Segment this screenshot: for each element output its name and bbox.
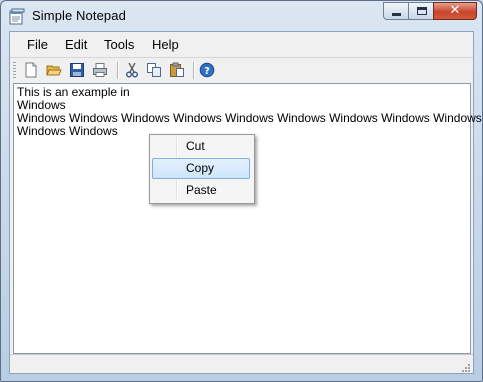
- title-bar[interactable]: Simple Notepad ✕: [1, 1, 482, 31]
- toolbar: ?: [10, 57, 473, 83]
- status-bar: [10, 354, 473, 373]
- svg-text:?: ?: [204, 66, 210, 77]
- close-icon: ✕: [449, 3, 461, 18]
- context-menu-label: Paste: [186, 183, 217, 197]
- menu-help[interactable]: Help: [152, 37, 179, 52]
- print-icon[interactable]: [92, 62, 108, 78]
- context-menu-paste[interactable]: Paste: [152, 180, 250, 201]
- resize-grip-icon[interactable]: [460, 360, 471, 372]
- toolbar-grip[interactable]: [13, 62, 16, 78]
- window-title: Simple Notepad: [32, 8, 126, 23]
- text-editor[interactable]: This is an example in Windows Windows Wi…: [13, 83, 482, 354]
- menu-bar: File Edit Tools Help: [10, 32, 473, 56]
- minimize-button[interactable]: [383, 2, 409, 20]
- menu-edit[interactable]: Edit: [65, 37, 87, 52]
- cut-icon[interactable]: [124, 62, 140, 78]
- close-button[interactable]: ✕: [433, 2, 477, 20]
- caption-buttons: ✕: [383, 2, 477, 20]
- text-line: Windows Windows: [17, 124, 118, 138]
- help-icon[interactable]: ?: [199, 62, 215, 78]
- context-menu-copy[interactable]: Copy: [152, 158, 250, 179]
- maximize-icon: [417, 7, 427, 15]
- menu-file[interactable]: File: [27, 37, 48, 52]
- text-line: Windows Windows Windows Windows Windows …: [17, 111, 482, 125]
- toolbar-separator: [193, 62, 194, 79]
- context-menu-label: Copy: [186, 161, 215, 175]
- menu-tools[interactable]: Tools: [104, 37, 134, 52]
- open-folder-icon[interactable]: [46, 62, 62, 78]
- new-file-icon[interactable]: [23, 62, 39, 78]
- text-line: This is an example in: [17, 85, 130, 99]
- minimize-icon: [392, 13, 401, 16]
- paste-icon[interactable]: [169, 62, 185, 78]
- context-menu: Cut Copy Paste: [149, 134, 255, 204]
- notepad-app-icon[interactable]: [9, 8, 25, 25]
- text-line: Windows: [17, 98, 66, 112]
- context-menu-cut[interactable]: Cut: [152, 136, 250, 157]
- save-icon[interactable]: [69, 62, 85, 78]
- copy-icon[interactable]: [146, 62, 162, 78]
- toolbar-separator: [117, 62, 118, 79]
- context-menu-label: Cut: [186, 139, 205, 153]
- maximize-button[interactable]: [408, 2, 434, 20]
